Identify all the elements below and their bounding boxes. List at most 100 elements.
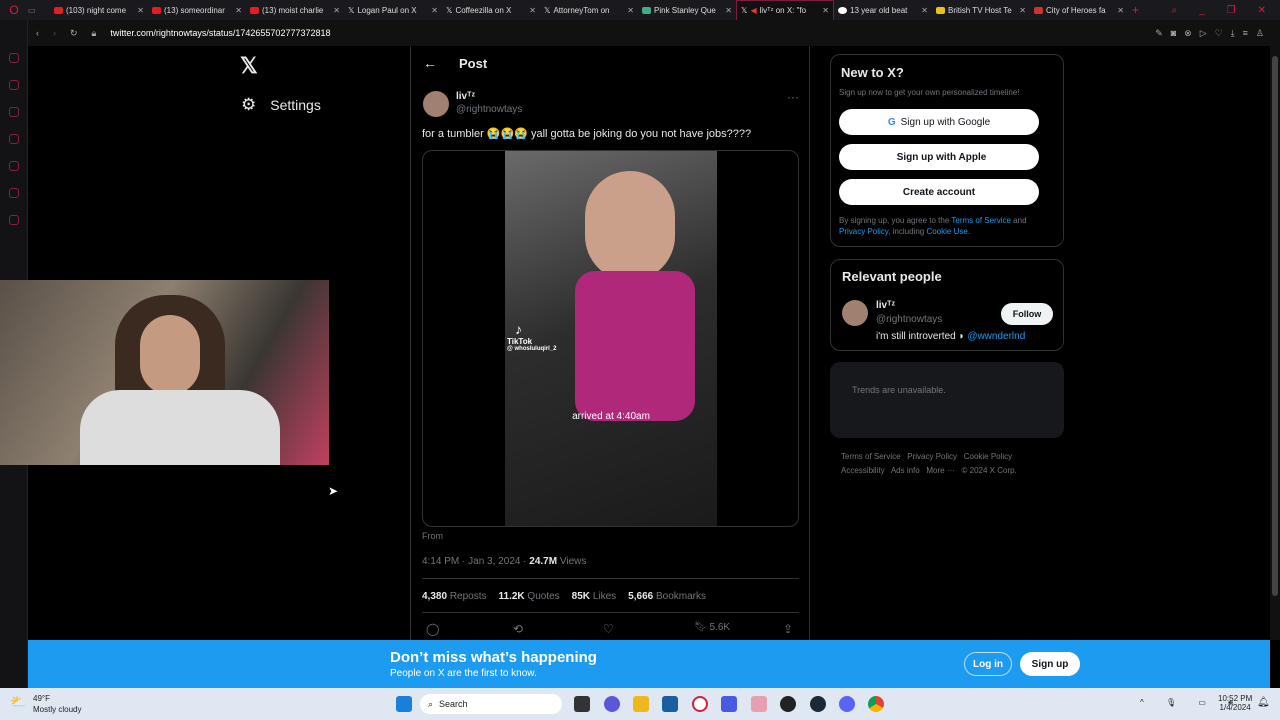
avatar[interactable] — [423, 91, 449, 117]
close-icon[interactable]: ✕ — [1019, 6, 1026, 15]
footer-links: Terms of Service Privacy Policy Cookie P… — [841, 452, 1017, 475]
video-scarf — [575, 271, 695, 421]
weather-desc[interactable]: Mostly cloudy — [33, 705, 81, 714]
close-icon[interactable]: ✕ — [627, 6, 634, 15]
steam-icon[interactable] — [810, 696, 826, 712]
scrollbar[interactable] — [1270, 46, 1280, 640]
lock-icon: 🔒︎ — [91, 27, 97, 38]
gear-icon: ⚙ — [241, 95, 257, 114]
new-tab-button[interactable]: + — [1132, 3, 1139, 17]
x-logo-icon[interactable]: 𝕏 — [240, 53, 258, 79]
discord-icon[interactable] — [839, 696, 855, 712]
follow-button[interactable]: Follow — [1001, 303, 1053, 325]
maximize-button[interactable]: ❐ — [1227, 5, 1236, 16]
app-icon[interactable] — [751, 696, 767, 712]
bookmark-button[interactable]: 🔖︎ 5.6K — [694, 622, 730, 633]
signup-google-button[interactable]: G Sign up with Google — [839, 109, 1039, 135]
file-explorer-icon[interactable] — [633, 696, 649, 712]
google-icon: G — [887, 116, 896, 128]
workspace-icon[interactable]: ▭ — [28, 6, 50, 15]
clock[interactable]: 10:52 PM 1/4/2024 — [1218, 694, 1252, 712]
search-box[interactable]: ⌕ Search — [420, 694, 562, 714]
chat-icon[interactable] — [604, 696, 620, 712]
avatar[interactable] — [842, 300, 868, 326]
task-view-icon[interactable] — [574, 696, 590, 712]
post-text: for a tumbler 😭😭😭 yall gotta be joking d… — [422, 128, 752, 140]
author-handle[interactable]: @rightnowtays — [456, 104, 522, 115]
sidebar-icon[interactable] — [8, 107, 19, 117]
toolbar-icons[interactable]: ✎◙⊗▷♡⤓≡♙ — [1155, 28, 1280, 39]
close-icon[interactable]: ✕ — [529, 6, 536, 15]
sidebar-icon[interactable] — [8, 215, 19, 225]
create-account-button[interactable]: Create account — [839, 179, 1039, 205]
webcam-overlay — [0, 280, 329, 465]
reload-icon[interactable]: ↻ — [70, 28, 78, 39]
sidebar-icon[interactable] — [8, 53, 19, 63]
more-icon[interactable]: ··· — [787, 90, 799, 104]
audio-icon[interactable]: ◀ — [750, 6, 756, 15]
signup-apple-button[interactable]: Sign up with Apple — [839, 144, 1039, 170]
app-icon[interactable] — [780, 696, 796, 712]
close-icon[interactable]: ✕ — [921, 6, 928, 15]
url-input[interactable]: twitter.com/rightnowtays/status/17426557… — [110, 28, 330, 38]
person-handle[interactable]: @rightnowtays — [876, 314, 942, 325]
sidebar-icon[interactable] — [8, 80, 19, 90]
author-name[interactable]: livᵀᶻ — [456, 91, 475, 102]
video-player[interactable]: ♪ TikTok @ whosluluqirl_2 arrived at 4:40a… — [422, 150, 799, 527]
tab[interactable]: Pink Stanley Que ✕ — [638, 0, 736, 20]
close-icon[interactable]: ✕ — [333, 6, 340, 15]
store-icon[interactable] — [662, 696, 678, 712]
signup-card: New to X? Sign up now to get your own pe… — [830, 54, 1064, 247]
close-icon[interactable]: ✕ — [431, 6, 438, 15]
opera-logo-icon[interactable]: O — [0, 3, 28, 17]
tab[interactable]: City of Heroes fa ✕ — [1030, 0, 1128, 20]
signup-title: New to X? — [841, 65, 904, 80]
video-face — [585, 171, 675, 281]
close-window-button[interactable]: ✕ — [1258, 5, 1266, 16]
forward-icon[interactable]: › — [53, 28, 56, 38]
close-icon[interactable]: ✕ — [1117, 6, 1124, 15]
reply-icon[interactable]: ◯ — [426, 622, 439, 636]
repost-icon[interactable]: ⟲ — [513, 622, 523, 636]
notification-icon[interactable]: 🔔︎ — [1257, 697, 1270, 708]
trends-message: Trends are unavailable. — [852, 385, 946, 395]
tab[interactable]: 𝕏 Logan Paul on X ✕ — [344, 0, 442, 20]
back-arrow-icon[interactable]: ← — [423, 55, 437, 71]
close-icon[interactable]: ✕ — [137, 6, 144, 15]
reposts-stat[interactable]: 4,380 Reposts — [422, 591, 487, 602]
settings-link[interactable]: ⚙ Settings — [241, 95, 321, 115]
tab[interactable]: British TV Host Te ✕ — [932, 0, 1030, 20]
weather-icon[interactable]: ⛅ — [10, 694, 26, 710]
likes-stat[interactable]: 85K Likes — [572, 591, 617, 602]
sidebar-icon[interactable] — [8, 161, 19, 171]
tab[interactable]: (13) moist charlie ✕ — [246, 0, 344, 20]
tab[interactable]: 𝕏 Coffeezilla on X ✕ — [442, 0, 540, 20]
quotes-stat[interactable]: 11.2K Quotes — [499, 591, 560, 602]
close-icon[interactable]: ✕ — [235, 6, 242, 15]
tab[interactable]: 𝕏 AttorneyTom on ✕ — [540, 0, 638, 20]
person-name[interactable]: livᵀᶻ — [876, 300, 895, 311]
close-icon[interactable]: ✕ — [822, 6, 829, 15]
chrome-icon[interactable] — [868, 696, 884, 712]
share-icon[interactable]: ⇪ — [783, 622, 793, 636]
app-v-icon[interactable] — [721, 696, 737, 712]
search-tabs-icon[interactable]: ⌕ — [1171, 5, 1177, 16]
back-icon[interactable]: ‹ — [36, 28, 39, 38]
close-icon[interactable]: ✕ — [725, 6, 732, 15]
tab[interactable]: (103) night come ✕ — [50, 0, 148, 20]
tab[interactable]: 13 year old beat ✕ — [834, 0, 932, 20]
sidebar-icon[interactable] — [8, 134, 19, 144]
minimize-button[interactable]: _ — [1199, 5, 1205, 16]
tab-active[interactable]: 𝕏 ◀ livᵀᶻ on X: "fo ✕ — [736, 0, 834, 20]
opera-icon[interactable] — [692, 696, 708, 712]
video-caption: arrived at 4:40am — [572, 411, 650, 422]
tab[interactable]: (13) someordinar ✕ — [148, 0, 246, 20]
weather-temp[interactable]: 49°F — [33, 694, 50, 703]
like-icon[interactable]: ♡ — [603, 622, 614, 636]
signup-button[interactable]: Sign up — [1020, 652, 1080, 676]
sidebar-icon[interactable] — [8, 188, 19, 198]
banner-subtitle: People on X are the first to know. — [390, 668, 537, 679]
start-icon[interactable] — [396, 696, 412, 712]
bookmarks-stat[interactable]: 5,666 Bookmarks — [628, 591, 706, 602]
login-button[interactable]: Log in — [964, 652, 1012, 676]
